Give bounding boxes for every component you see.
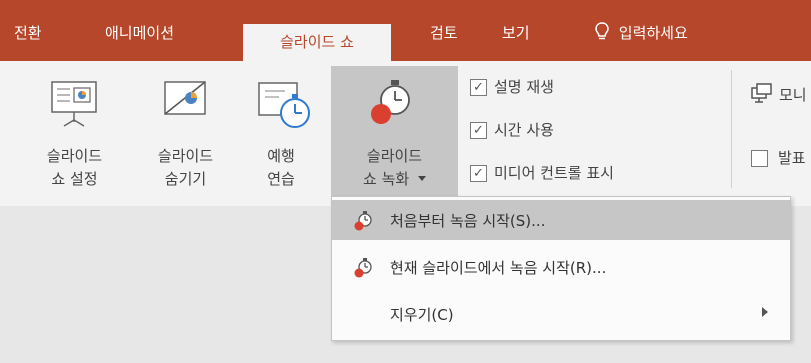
submenu-arrow-icon [762,307,768,317]
tab-animation[interactable]: 애니메이션 [105,18,174,48]
record-slideshow-button[interactable]: 슬라이드 쇼 녹화 [331,66,458,204]
checkbox-box [751,150,768,167]
record-label-1: 슬라이드 [366,147,423,165]
ribbon-tab-bar: 전환 애니메이션 슬라이드 쇼 검토 보기 입력하세요 [0,0,811,61]
checkmark-icon: ✓ [473,166,484,181]
presenter-view-label: 발표 [778,149,806,167]
checkmark-icon: ✓ [473,123,484,138]
record-label-2: 쇼 녹화 [331,168,458,191]
use-timings-label: 시간 사용 [494,121,554,139]
hide-slide-label-1: 슬라이드 [157,147,214,165]
checkbox-box: ✓ [470,122,487,139]
tab-review[interactable]: 검토 [430,18,458,48]
play-narrations-label: 설명 재생 [494,78,554,96]
menu-item-record-from-current[interactable]: 현재 슬라이드에서 녹음 시작(R)... [332,247,790,287]
hide-slide-label-2: 숨기기 [164,170,207,188]
tell-me-label: 입력하세요 [618,24,688,42]
ribbon-group-divider [731,70,732,188]
checkbox-box: ✓ [470,79,487,96]
monitor-label: 모니 [779,86,807,104]
tab-view[interactable]: 보기 [502,18,530,48]
menu-item-label: 현재 슬라이드에서 녹음 시작(R)... [390,259,607,277]
setup-slideshow-label-2: 쇼 설정 [51,170,98,188]
show-media-controls-label: 미디어 컨트롤 표시 [494,164,614,182]
lightbulb-icon [595,22,609,40]
setup-slideshow-label-1: 슬라이드 [46,147,103,165]
menu-item-label: 처음부터 녹음 시작(S)... [390,212,546,230]
rehearse-label-1: 예행 [267,147,295,165]
monitor-icon [751,83,772,103]
menu-item-record-from-beginning[interactable]: 처음부터 녹음 시작(S)... [332,200,790,240]
checkbox-box: ✓ [470,165,487,182]
setup-slideshow-icon [51,81,97,127]
checkmark-icon: ✓ [473,80,484,95]
rehearse-label-2: 연습 [267,170,295,188]
record-dropdown-menu: 처음부터 녹음 시작(S)... 현재 슬라이드에서 녹음 시작(R)... 지… [331,196,791,341]
tab-transition[interactable]: 전환 [14,18,42,48]
tab-slideshow[interactable]: 슬라이드 쇼 [243,24,391,61]
hide-slide-icon [164,81,206,115]
record-timer-icon [371,80,410,124]
tab-slideshow-label: 슬라이드 쇼 [280,33,354,51]
rehearse-timings-icon [258,82,310,128]
dropdown-arrow-icon [417,176,426,181]
menu-item-clear[interactable]: 지우기(C) [332,294,790,334]
record-timer-icon [354,258,372,278]
record-label-2-text: 쇼 녹화 [363,170,410,188]
menu-item-label: 지우기(C) [390,306,454,324]
record-timer-icon [354,211,372,231]
tell-me-box[interactable]: 입력하세요 [594,18,688,48]
